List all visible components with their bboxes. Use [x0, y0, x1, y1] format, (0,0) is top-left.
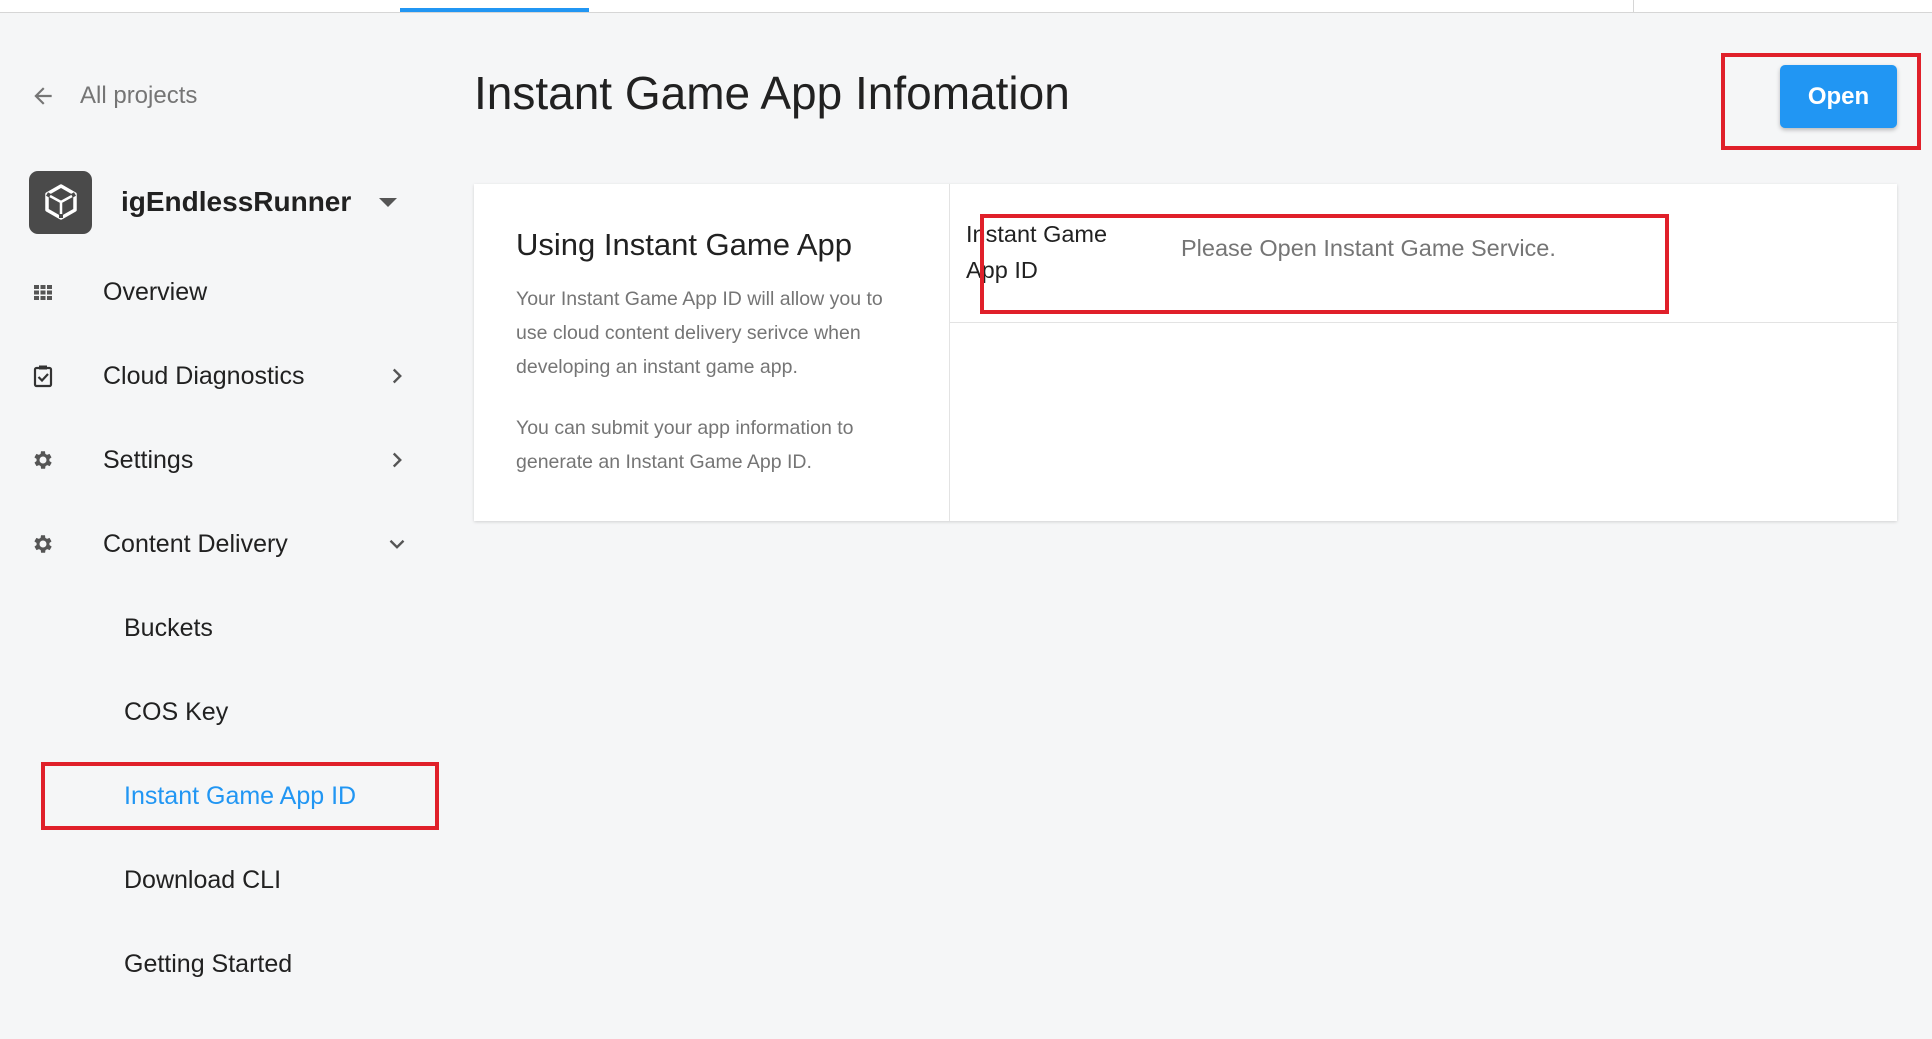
open-button[interactable]: Open [1780, 65, 1897, 128]
all-projects-label: All projects [80, 82, 198, 109]
sidebar-item-settings[interactable]: Settings [30, 432, 410, 488]
chevron-down-icon [389, 539, 405, 549]
project-selector[interactable]: igEndlessRunner [29, 170, 409, 234]
sidebar-subitem-download-cli[interactable]: Download CLI [124, 855, 281, 905]
caret-down-icon [379, 197, 398, 207]
unity-logo-icon [29, 170, 92, 234]
sidebar-subitem-instant-game-app-id[interactable]: Instant Game App ID [124, 771, 356, 821]
chevron-right-icon [392, 368, 402, 384]
grid-icon [30, 279, 56, 305]
sidebar-item-overview[interactable]: Overview [30, 264, 410, 320]
project-name: igEndlessRunner [121, 186, 352, 217]
field-label: Instant Game App ID [966, 221, 1108, 283]
sidebar-item-cloud-diagnostics[interactable]: Cloud Diagnostics [30, 348, 410, 404]
sidebar-item-label: Content Delivery [103, 529, 288, 558]
sidebar-item-label: Cloud Diagnostics [103, 361, 305, 390]
active-tab-indicator [400, 8, 589, 12]
gear-icon [30, 447, 56, 473]
all-projects-link[interactable]: All projects [30, 78, 197, 114]
sidebar-subitem-getting-started[interactable]: Getting Started [124, 939, 292, 989]
gear-icon [30, 531, 56, 557]
card-heading: Using Instant Game App [516, 227, 853, 262]
sidebar-subitem-buckets[interactable]: Buckets [124, 603, 213, 653]
sidebar-subitem-cos-key[interactable]: COS Key [124, 687, 228, 737]
clipboard-check-icon [30, 363, 56, 389]
topbar-divider [1633, 0, 1634, 12]
card-fields-panel: Instant Game App ID Please Open Instant … [949, 184, 1897, 521]
sidebar-item-label: Settings [103, 445, 194, 474]
card-description-panel: Using Instant Game App Your Instant Game… [474, 184, 950, 521]
card-description: You can submit your app information to g… [516, 417, 854, 473]
sidebar-item-label: Overview [103, 277, 208, 306]
field-row: Instant Game App ID Please Open Instant … [949, 184, 1897, 323]
info-card: Using Instant Game App Your Instant Game… [474, 184, 1897, 521]
chevron-right-icon [392, 452, 402, 468]
card-description: Your Instant Game App ID will allow you … [516, 288, 883, 378]
sidebar-item-content-delivery[interactable]: Content Delivery [30, 516, 410, 572]
field-value: Please Open Instant Game Service. [1181, 235, 1556, 261]
arrow-left-icon [34, 87, 52, 105]
top-bar [0, 0, 1932, 13]
page-title: Instant Game App Infomation [474, 67, 1070, 119]
